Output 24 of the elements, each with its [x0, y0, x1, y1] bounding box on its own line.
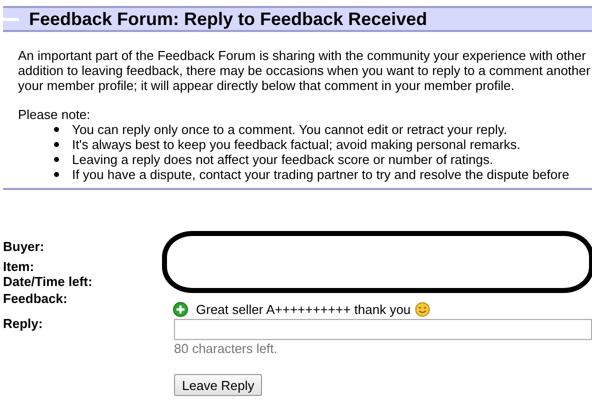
note-text: If you have a dispute, contact your trading partner to try and resolve the dispute before — [72, 167, 570, 182]
note-text: Leaving a reply does not affect your feedback score or number of ratings. — [72, 152, 494, 167]
feedback-comment: Great seller A++++++++++ thank you — [196, 302, 411, 316]
note-text: You can reply only once to a comment. You cannot edit or retract your reply. — [72, 122, 508, 137]
reply-field[interactable] — [174, 319, 592, 340]
bullet-icon — [54, 157, 59, 162]
field-label: Item: — [3, 259, 36, 274]
smiley-icon — [414, 302, 430, 316]
bullet-icon — [54, 142, 59, 147]
page-title: Feedback Forum: Reply to Feedback Received — [29, 8, 428, 30]
field-label: Date/Time left: — [3, 274, 94, 289]
bullet-icon — [54, 172, 59, 177]
bullet-icon — [54, 127, 59, 132]
field-label: Reply: — [3, 316, 44, 331]
note-heading: Please note: — [18, 107, 92, 122]
intro-text: your member profile; it will appear directly below that comment in your member profile. — [18, 78, 516, 93]
note-text: It's always best to keep you feedback factual; avoid making personal remarks. — [72, 137, 520, 152]
field-label: Feedback: — [3, 291, 68, 306]
plus-circle-icon — [173, 302, 188, 316]
intro-text: addition to leaving feedback, there may be occasions when you want to reply to a comment another — [18, 63, 592, 78]
leave-reply-button[interactable]: Leave Reply — [174, 374, 262, 396]
character-counter: 80 characters left. — [174, 341, 278, 356]
intro-text: An important part of the Feedback Forum is sharing with the community your experience with other — [18, 48, 587, 63]
field-label: Buyer: — [3, 239, 46, 254]
